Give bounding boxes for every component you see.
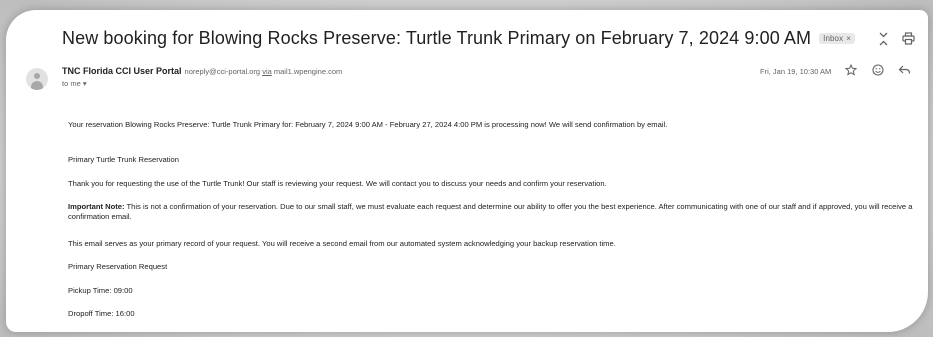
body-request-heading: Primary Reservation Request [68,262,168,271]
important-note-text: This is not a confirmation of your reser… [68,202,913,221]
body-dropoff-time: Dropoff Time: 16:00 [68,309,135,318]
inbox-label-text: Inbox [823,34,844,43]
body-pickup-time: Pickup Time: 09:00 [68,286,133,295]
reply-glyph [898,65,911,74]
avatar-head-shape [34,73,40,79]
print-icon[interactable] [902,32,915,47]
subject-text: New booking for Blowing Rocks Preserve: … [62,28,812,48]
email-date: Fri, Jan 19, 10:30 AM [760,67,832,76]
sender-name-text: TNC Florida CCI User Portal [62,66,182,76]
sender-email-address: noreply@cci-portal.org [184,67,261,76]
sender-avatar [26,68,48,90]
screenshot-stage: New booking for Blowing Rocks Preserve: … [0,0,933,337]
emoji-reaction-icon[interactable] [872,64,884,79]
remove-label-icon[interactable]: × [846,34,851,43]
email-view: New booking for Blowing Rocks Preserve: … [6,10,928,332]
body-reservation-heading: Primary Turtle Trunk Reservation [68,155,179,164]
sender-name[interactable]: TNC Florida CCI User Portal noreply@cci-p… [62,66,342,76]
print-glyph [902,32,915,45]
avatar-body-shape [31,81,43,90]
star-glyph [844,63,858,76]
inbox-label-chip[interactable]: Inbox × [819,33,855,44]
sender-row: TNC Florida CCI User Portal noreply@cci-p… [6,63,928,104]
sender-email: noreply@cci-portal.org via mail1.wpengin… [185,67,343,76]
subject-row: New booking for Blowing Rocks Preserve: … [6,26,928,56]
via-domain: mail1.wpengine.com [273,67,343,76]
star-icon[interactable] [844,63,858,79]
expand-collapse-glyph [879,32,888,46]
body-primary-record: This email serves as your primary record… [68,239,616,248]
emoji-glyph [872,64,884,76]
body-thank-you: Thank you for requesting the use of the … [68,179,607,188]
important-note-label: Important Note: [68,202,125,211]
expand-collapse-icon[interactable] [878,32,889,48]
body-important-note: Important Note: This is not a confirmati… [68,202,928,222]
email-subject: New booking for Blowing Rocks Preserve: … [62,28,855,49]
recipient-dropdown[interactable]: to me ▾ [62,79,87,88]
body-reservation-status: Your reservation Blowing Rocks Preserve:… [68,120,668,129]
via-word: via [262,67,272,76]
reply-icon[interactable] [898,64,911,79]
